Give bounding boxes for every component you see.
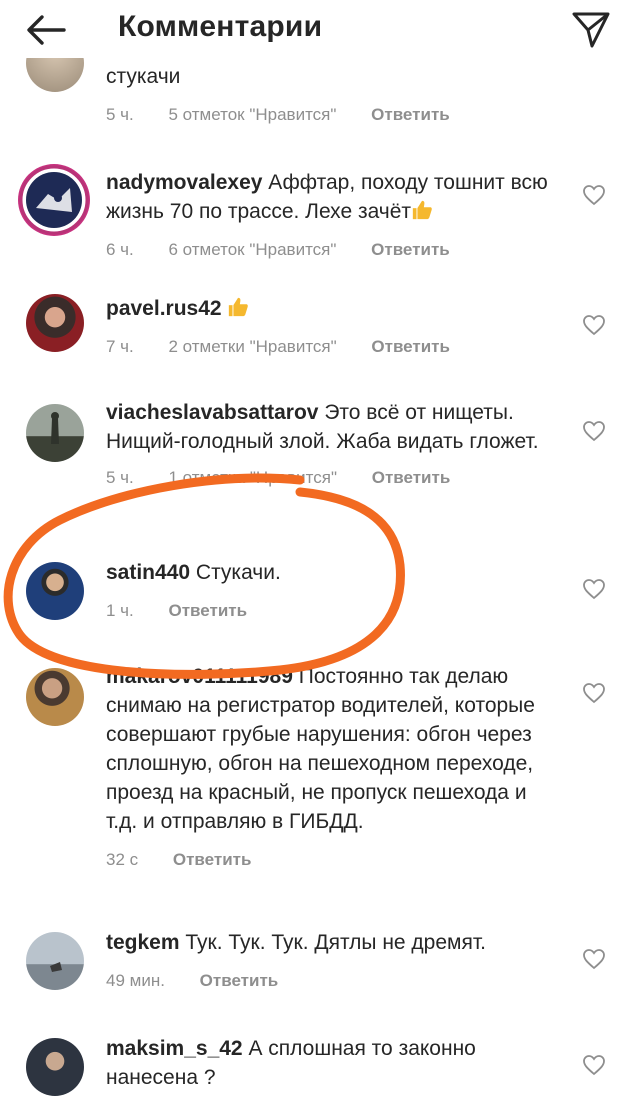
- likes-count[interactable]: 5 отметок "Нравится": [169, 103, 337, 127]
- comment-body: Стукачи.: [195, 561, 281, 584]
- reply-button[interactable]: Ответить: [200, 969, 279, 993]
- comment-text: makarov011111989 Постоянно так делаю сни…: [106, 662, 554, 836]
- reply-button[interactable]: Ответить: [371, 103, 450, 127]
- username[interactable]: tegkem: [106, 931, 180, 954]
- reply-button[interactable]: Ответить: [173, 848, 252, 872]
- comment-text: pavel.rus42: [106, 294, 566, 323]
- like-heart-icon[interactable]: [582, 682, 606, 704]
- reply-button[interactable]: Ответить: [169, 599, 248, 623]
- comment-text: nadymovalexey Аффтар, походу тошнит всю …: [106, 168, 566, 226]
- like-heart-icon[interactable]: [582, 578, 606, 600]
- comment-meta: 7 ч. 2 отметки "Нравится" Ответить: [106, 335, 566, 359]
- comment-time: 5 ч.: [106, 468, 134, 487]
- comment-meta: 1 ч. Ответить: [106, 599, 566, 623]
- comment-time: 49 мин.: [106, 971, 165, 990]
- avatar-statue-icon: [51, 412, 59, 444]
- top-bar: Комментарии: [0, 0, 640, 58]
- likes-count[interactable]: 2 отметки "Нравится": [169, 335, 337, 359]
- comment-time: 6 ч.: [106, 240, 134, 259]
- avatar[interactable]: [26, 404, 84, 462]
- page-title: Комментарии: [118, 10, 323, 43]
- like-heart-icon[interactable]: [582, 1054, 606, 1076]
- thumbs-up-icon: [412, 200, 432, 220]
- avatar[interactable]: [26, 562, 84, 620]
- comment-meta: 5 ч. 5 отметок "Нравится" Ответить: [106, 103, 566, 127]
- comment-meta: 32 с Ответить: [106, 848, 554, 872]
- reply-button[interactable]: Ответить: [371, 335, 450, 359]
- comment-body: Тук. Тук. Тук. Дятлы не дремят.: [185, 931, 486, 954]
- avatar[interactable]: [26, 294, 84, 352]
- username[interactable]: pavel.rus42: [106, 297, 222, 320]
- avatar[interactable]: [26, 668, 84, 726]
- like-heart-icon[interactable]: [582, 314, 606, 336]
- reply-button[interactable]: Ответить: [372, 466, 451, 490]
- comment-text: tegkem Тук. Тук. Тук. Дятлы не дремят.: [106, 928, 566, 957]
- like-heart-icon[interactable]: [582, 948, 606, 970]
- avatar[interactable]: [18, 164, 90, 236]
- username[interactable]: satin440: [106, 561, 190, 584]
- comment-meta: 49 мин. Ответить: [106, 969, 566, 993]
- thumbs-up-icon: [229, 297, 249, 317]
- reply-button[interactable]: Ответить: [371, 238, 450, 262]
- avatar-animal-icon: [50, 962, 62, 972]
- comment-text: viacheslavabsattarov Это всё от нищеты. …: [106, 398, 566, 456]
- username[interactable]: maksim_s_42: [106, 1037, 243, 1060]
- comment-text: satin440 Стукачи.: [106, 558, 566, 587]
- comment-text: стукачи: [106, 62, 566, 91]
- comment-body: стукачи: [106, 65, 181, 88]
- comment-time: 7 ч.: [106, 337, 134, 356]
- direct-send-icon[interactable]: [570, 8, 612, 50]
- comment-time: 1 ч.: [106, 601, 134, 620]
- comment-meta: 5 ч. 1 отметка "Нравится" Ответить: [106, 466, 566, 490]
- likes-count[interactable]: 6 отметок "Нравится": [169, 238, 337, 262]
- username[interactable]: viacheslavabsattarov: [106, 401, 318, 424]
- comment-time: 32 с: [106, 850, 139, 869]
- comment-time: 5 ч.: [106, 105, 134, 124]
- back-arrow-icon[interactable]: [22, 10, 70, 50]
- like-heart-icon[interactable]: [582, 420, 606, 442]
- comment-meta: 6 ч. 6 отметок "Нравится" Ответить: [106, 238, 566, 262]
- comment-text: maksim_s_42 А сплошная то законно нанесе…: [106, 1034, 566, 1092]
- comments-list: стукачи 5 ч. 5 отметок "Нравится" Ответи…: [0, 0, 640, 1096]
- avatar-logo-icon: [19, 165, 89, 235]
- avatar[interactable]: [26, 1038, 84, 1096]
- username[interactable]: nadymovalexey: [106, 171, 262, 194]
- comment-body: Постоянно так делаю снимаю на регистрато…: [106, 665, 535, 833]
- likes-count[interactable]: 1 отметка "Нравится": [169, 466, 337, 490]
- like-heart-icon[interactable]: [582, 184, 606, 206]
- avatar[interactable]: [26, 932, 84, 990]
- username[interactable]: makarov011111989: [106, 665, 293, 688]
